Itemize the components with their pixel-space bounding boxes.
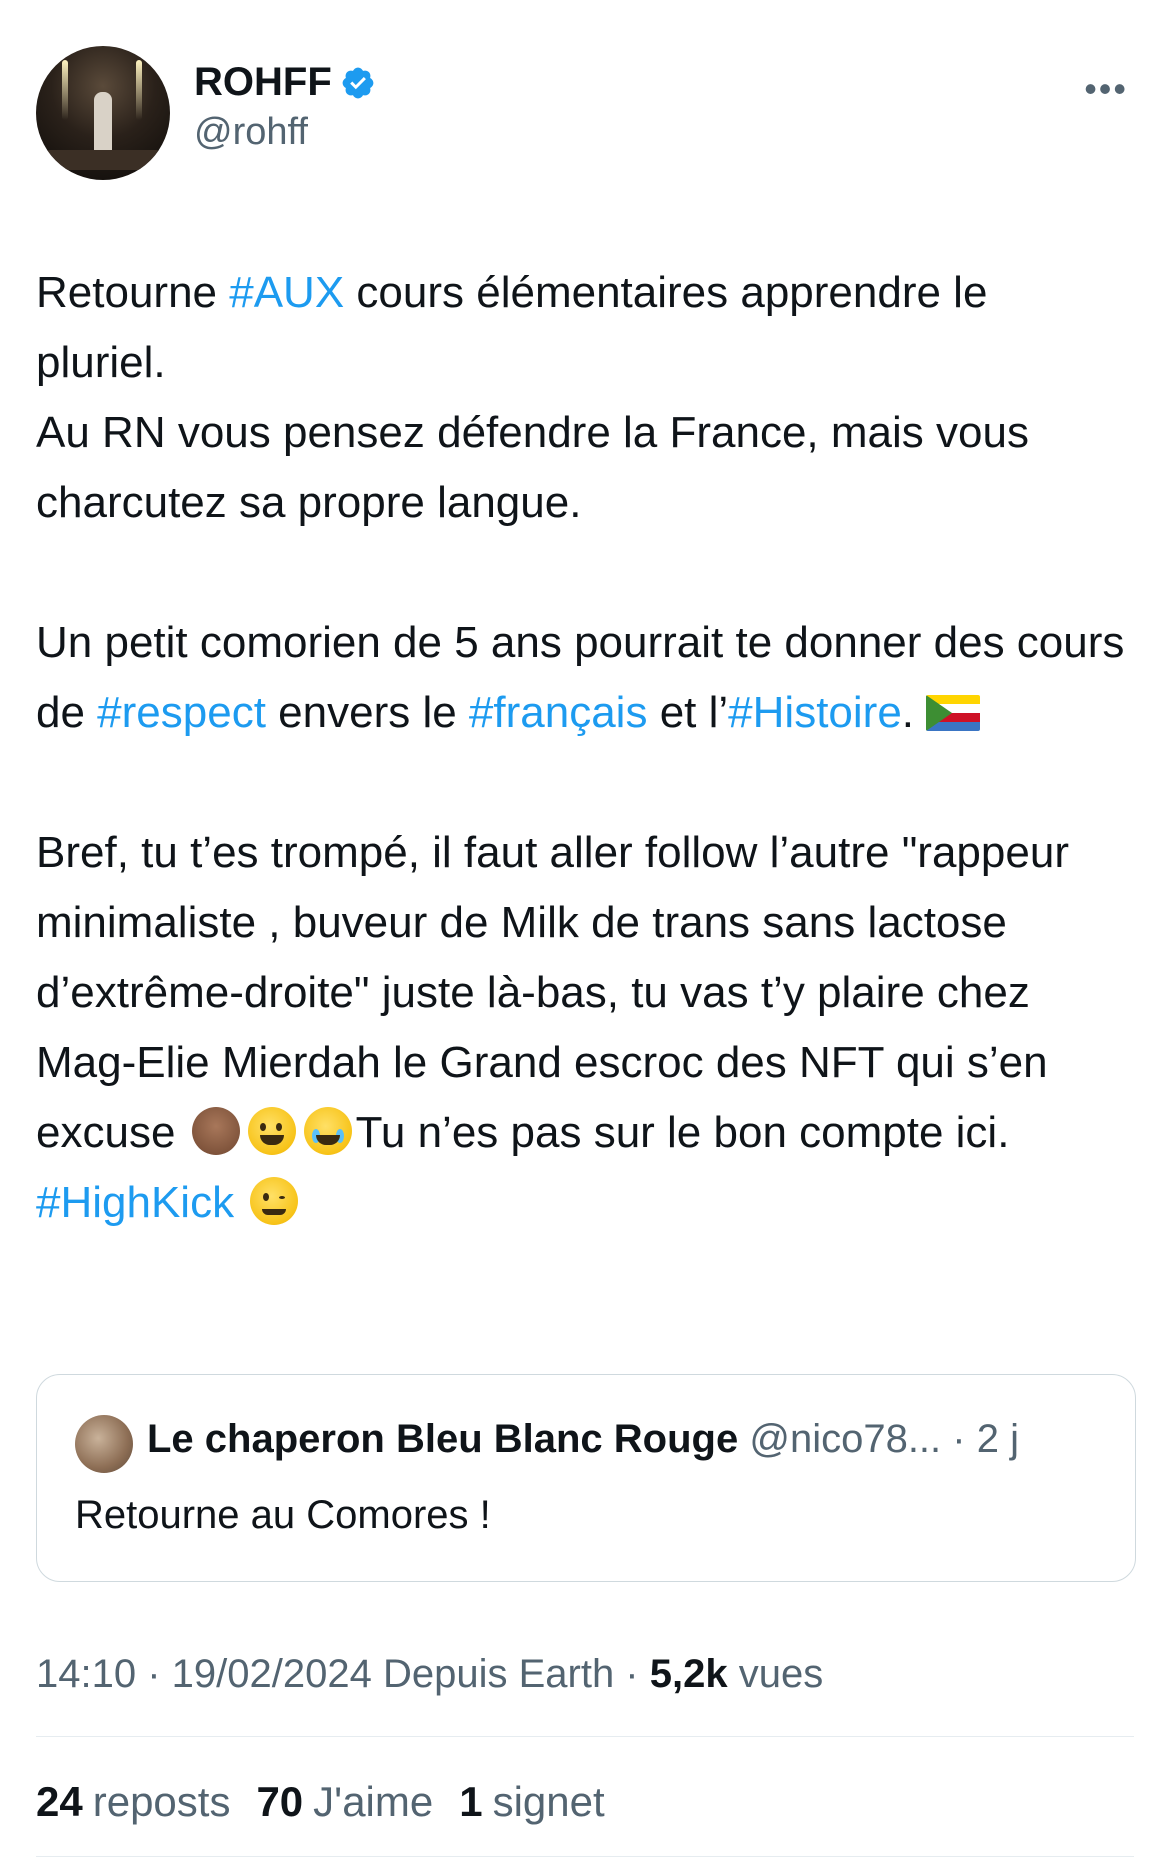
winking-face-icon: [250, 1177, 299, 1225]
likes-stat[interactable]: 70 J'aime: [256, 1778, 433, 1826]
author-name[interactable]: ROHFF: [194, 60, 332, 105]
hashtag-histoire[interactable]: #Histoire: [728, 688, 902, 737]
divider: [36, 1736, 1134, 1737]
quoted-author-avatar[interactable]: [75, 1415, 133, 1473]
quoted-tweet-header: Le chaperon Bleu Blanc Rouge @nico78... …: [147, 1417, 1019, 1462]
comoros-flag-icon: [926, 695, 981, 731]
views-label: vues: [727, 1652, 824, 1696]
tweet-paragraph: Un petit comorien de 5 ans pourrait te d…: [36, 618, 1125, 737]
author-info: ROHFF @rohff: [194, 60, 376, 154]
tweet-text: Retourne #AUX cours élémentaires apprend…: [36, 258, 1126, 1238]
tweet-paragraph: Au RN vous pensez défendre la France, ma…: [36, 408, 1029, 527]
reposts-stat[interactable]: 24 reposts: [36, 1778, 230, 1826]
timestamp[interactable]: 14:10 · 19/02/2024 Depuis Earth ·: [36, 1652, 650, 1696]
hashtag-aux[interactable]: #AUX: [229, 268, 344, 317]
tweet-meta: 14:10 · 19/02/2024 Depuis Earth · 5,2k v…: [36, 1652, 823, 1697]
man-facepalming-icon: [191, 1107, 240, 1155]
views-count: 5,2k: [649, 1652, 728, 1696]
hashtag-respect[interactable]: #respect: [97, 688, 266, 737]
rolling-on-floor-laughing-icon: [247, 1107, 296, 1155]
quoted-tweet-text: Retourne au Comores !: [75, 1493, 491, 1537]
hashtag-francais[interactable]: #français: [469, 688, 648, 737]
divider: [36, 1856, 1134, 1857]
tweet-paragraph: Bref, tu t’es trompé, il faut aller foll…: [36, 828, 1069, 1227]
author-handle[interactable]: @rohff: [194, 111, 376, 154]
tweet-paragraph: Retourne #AUX cours élémentaires apprend…: [36, 268, 988, 387]
loudly-crying-face-icon: [303, 1107, 352, 1155]
more-horizontal-icon[interactable]: •••: [1084, 68, 1128, 110]
quoted-author-name[interactable]: Le chaperon Bleu Blanc Rouge: [147, 1417, 738, 1461]
quoted-tweet[interactable]: Le chaperon Bleu Blanc Rouge @nico78... …: [36, 1374, 1136, 1582]
bookmarks-stat[interactable]: 1 signet: [459, 1778, 604, 1826]
quoted-author-handle: @nico78... · 2 j: [749, 1417, 1019, 1461]
verified-badge-icon: [342, 67, 374, 98]
hashtag-highkick[interactable]: #HighKick: [36, 1178, 234, 1227]
author-avatar[interactable]: [36, 46, 170, 180]
engagement-stats: 24 reposts 70 J'aime 1 signet: [36, 1778, 605, 1826]
tweet-header: ROHFF @rohff •••: [36, 46, 1134, 186]
